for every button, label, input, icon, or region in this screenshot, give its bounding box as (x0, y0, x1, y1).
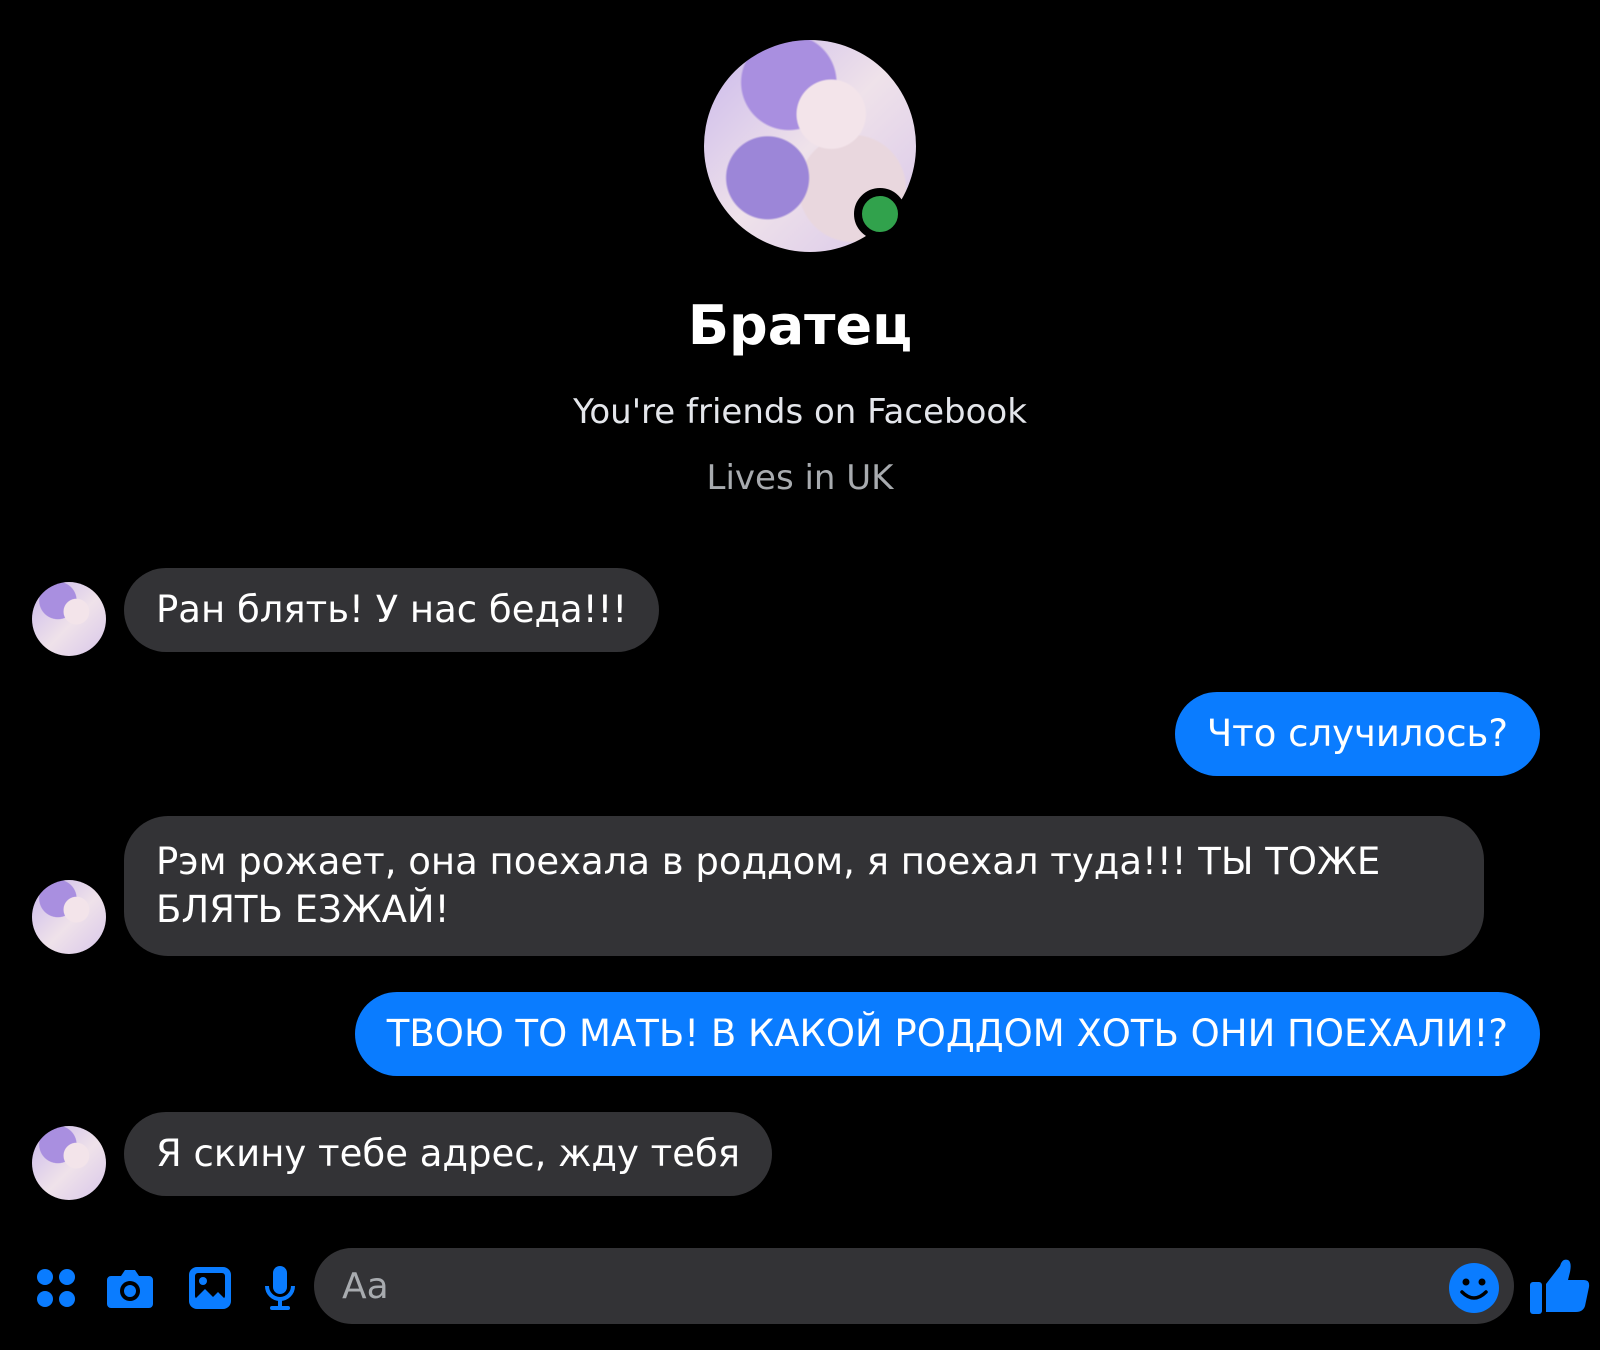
incoming-message[interactable]: Я скину тебе адрес, жду тебя (124, 1112, 773, 1196)
sender-avatar[interactable] (32, 880, 106, 954)
thumbs-up-icon[interactable] (1528, 1254, 1592, 1318)
outgoing-message[interactable]: ТВОЮ ТО МАТЬ! В КАКОЙ РОДДОМ ХОТЬ ОНИ ПО… (354, 992, 1540, 1076)
outgoing-message[interactable]: Что случилось? (1174, 692, 1540, 776)
incoming-message[interactable]: Рэм рожает, она поехала в роддом, я поех… (124, 816, 1484, 956)
emoji-icon[interactable] (1448, 1262, 1500, 1314)
profile-location: Lives in UK (706, 458, 894, 498)
camera-icon[interactable] (104, 1262, 156, 1314)
profile-avatar[interactable] (704, 40, 916, 252)
gallery-icon[interactable] (184, 1262, 236, 1314)
sender-avatar[interactable] (32, 1126, 106, 1200)
incoming-message[interactable]: Ран блять! У нас беда!!! (124, 568, 660, 652)
sender-avatar[interactable] (32, 582, 106, 656)
profile-name: Братец (687, 294, 913, 357)
friend-status: You're friends on Facebook (573, 392, 1027, 432)
chat-screen: Братец You're friends on Facebook Lives … (0, 0, 1600, 1350)
message-input[interactable] (314, 1248, 1514, 1324)
online-status-dot (854, 188, 906, 240)
menu-grid-icon[interactable] (30, 1262, 82, 1314)
microphone-icon[interactable] (254, 1262, 306, 1314)
